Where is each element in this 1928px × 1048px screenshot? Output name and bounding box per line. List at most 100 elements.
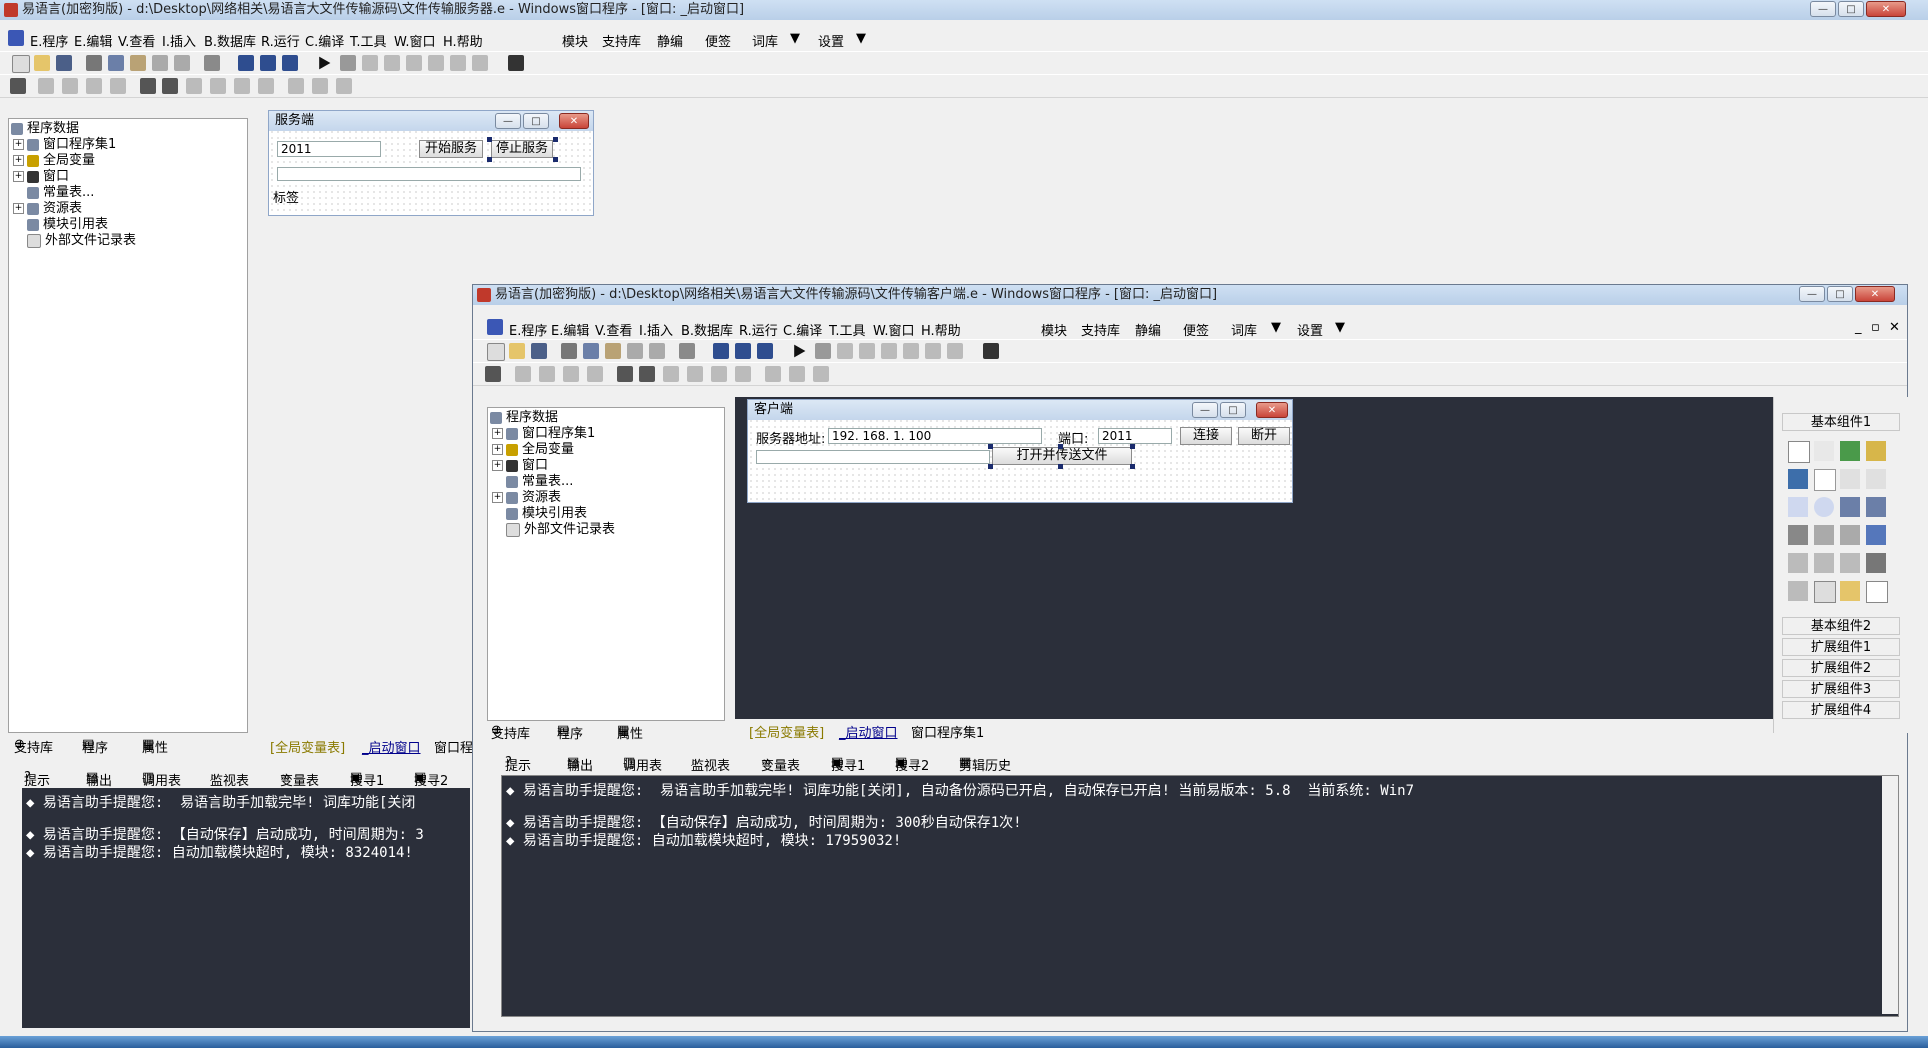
new-file-icon[interactable] [487,343,505,361]
toolbox-group[interactable]: 基本组件2 [1782,617,1900,635]
combobox-icon[interactable] [1866,497,1886,517]
helper-icon[interactable] [983,343,999,359]
menu-static[interactable]: 静编 [657,31,683,50]
menu-support-lib[interactable]: 支持库 [602,31,641,50]
shape-icon[interactable] [1866,441,1886,461]
tree-item[interactable]: + 窗口 [492,458,548,474]
grid-icon[interactable] [1788,525,1808,545]
menu-notes[interactable]: 便签 [1183,320,1209,339]
document-icon[interactable] [1866,581,1888,603]
tree-item[interactable]: 模块引用表 [27,217,108,233]
layout-1-icon[interactable] [713,343,729,359]
space-h-icon[interactable] [186,78,202,94]
align-top-icon[interactable] [563,366,579,382]
tab-global-vars[interactable]: [全局变量表] [270,737,345,756]
tree-item[interactable]: + 窗口程序集1 [492,426,595,442]
center-h-icon[interactable] [140,78,156,94]
selection-handle[interactable] [487,157,492,162]
breakpoint-icon[interactable] [428,55,444,71]
same-size-icon[interactable] [288,78,304,94]
toolbox-group[interactable]: 扩展组件3 [1782,680,1900,698]
hand-icon[interactable] [947,343,963,359]
menu-help[interactable]: H.帮助 [921,320,961,339]
checkbox-icon[interactable] [1788,497,1808,517]
save-icon[interactable] [531,343,547,359]
tree-item[interactable]: + 窗口程序集1 [13,137,116,153]
connect-button[interactable]: 连接 [1180,427,1232,445]
paste-icon[interactable] [605,343,621,359]
cut-icon[interactable] [86,55,102,71]
mdi-close-icon[interactable]: ✕ [1889,320,1900,335]
calendar-icon[interactable] [1788,581,1808,601]
frame-icon[interactable] [1814,469,1836,491]
tab-window-module[interactable]: 窗口程 [434,737,473,756]
send-file-button[interactable]: 打开并传送文件 [992,447,1132,465]
text-icon[interactable] [1840,469,1860,489]
grid-icon[interactable] [10,78,26,94]
tree-item[interactable]: 常量表... [27,185,94,201]
menu-module[interactable]: 模块 [1041,320,1067,339]
menu-static[interactable]: 静编 [1135,320,1161,339]
menu-insert[interactable]: I.插入 [162,31,196,50]
space-h-icon[interactable] [663,366,679,382]
watch-icon[interactable] [925,343,941,359]
selection-handle[interactable] [553,157,558,162]
expand-icon[interactable]: + [13,155,24,166]
same-width-icon[interactable] [234,78,250,94]
menu-database[interactable]: B.数据库 [681,320,733,339]
minimize-button[interactable]: — [1810,1,1836,17]
tree-item[interactable]: + 全局变量 [13,153,95,169]
selection-handle[interactable] [988,444,993,449]
tree-root[interactable]: 程序数据 [11,121,79,137]
tree-root[interactable]: 程序数据 [490,410,558,426]
selection-handle[interactable] [553,137,558,142]
expand-icon[interactable]: + [13,139,24,150]
toolbox-group[interactable]: 扩展组件4 [1782,701,1900,719]
toolbox-group[interactable]: 扩展组件2 [1782,659,1900,677]
picture-icon[interactable] [1840,441,1860,461]
same-width-icon[interactable] [711,366,727,382]
copy-icon[interactable] [583,343,599,359]
label-icon[interactable] [1814,441,1834,461]
same-height-icon[interactable] [735,366,751,382]
lock-icon[interactable] [312,78,328,94]
align-left-icon[interactable] [38,78,54,94]
tree-item[interactable]: + 窗口 [13,169,69,185]
expand-icon[interactable]: + [492,428,503,439]
copy-icon[interactable] [108,55,124,71]
listbox-icon[interactable] [1840,497,1860,517]
step-out-icon[interactable] [406,55,422,71]
port-field[interactable]: 2011 [1098,428,1172,444]
step-out-icon[interactable] [881,343,897,359]
open-file-icon[interactable] [509,343,525,359]
undo-icon[interactable] [627,343,643,359]
run-icon[interactable] [319,56,331,70]
step-icon[interactable] [837,343,853,359]
menu-settings[interactable]: 设置 [1297,320,1323,339]
restore-button[interactable]: □ [1838,1,1864,17]
toolbox-group[interactable]: 扩展组件1 [1782,638,1900,656]
breakpoint-icon[interactable] [903,343,919,359]
align-left-icon[interactable] [515,366,531,382]
tab-start-window[interactable]: _启动窗口 [839,722,898,741]
menu-compile[interactable]: C.编译 [783,320,822,339]
camera-icon[interactable] [1866,553,1886,573]
selection-handle[interactable] [1130,444,1135,449]
redo-icon[interactable] [174,55,190,71]
menu-settings[interactable]: 设置 [818,31,844,50]
order-icon[interactable] [813,366,829,382]
center-v-icon[interactable] [639,366,655,382]
expand-icon[interactable]: + [492,492,503,503]
save-icon[interactable] [56,55,72,71]
selection-handle[interactable] [1058,444,1063,449]
chevron-down-icon[interactable]: ▼ [1335,320,1345,335]
selection-handle[interactable] [988,464,993,469]
new-file-icon[interactable] [12,55,30,73]
step-into-icon[interactable] [384,55,400,71]
run-icon[interactable] [794,344,806,358]
restore-button[interactable]: □ [1827,286,1853,302]
menu-database[interactable]: B.数据库 [204,31,256,50]
menu-edit[interactable]: E.编辑 [551,320,589,339]
minimize-button[interactable]: — [1799,286,1825,302]
tree-item[interactable]: + 全局变量 [492,442,574,458]
